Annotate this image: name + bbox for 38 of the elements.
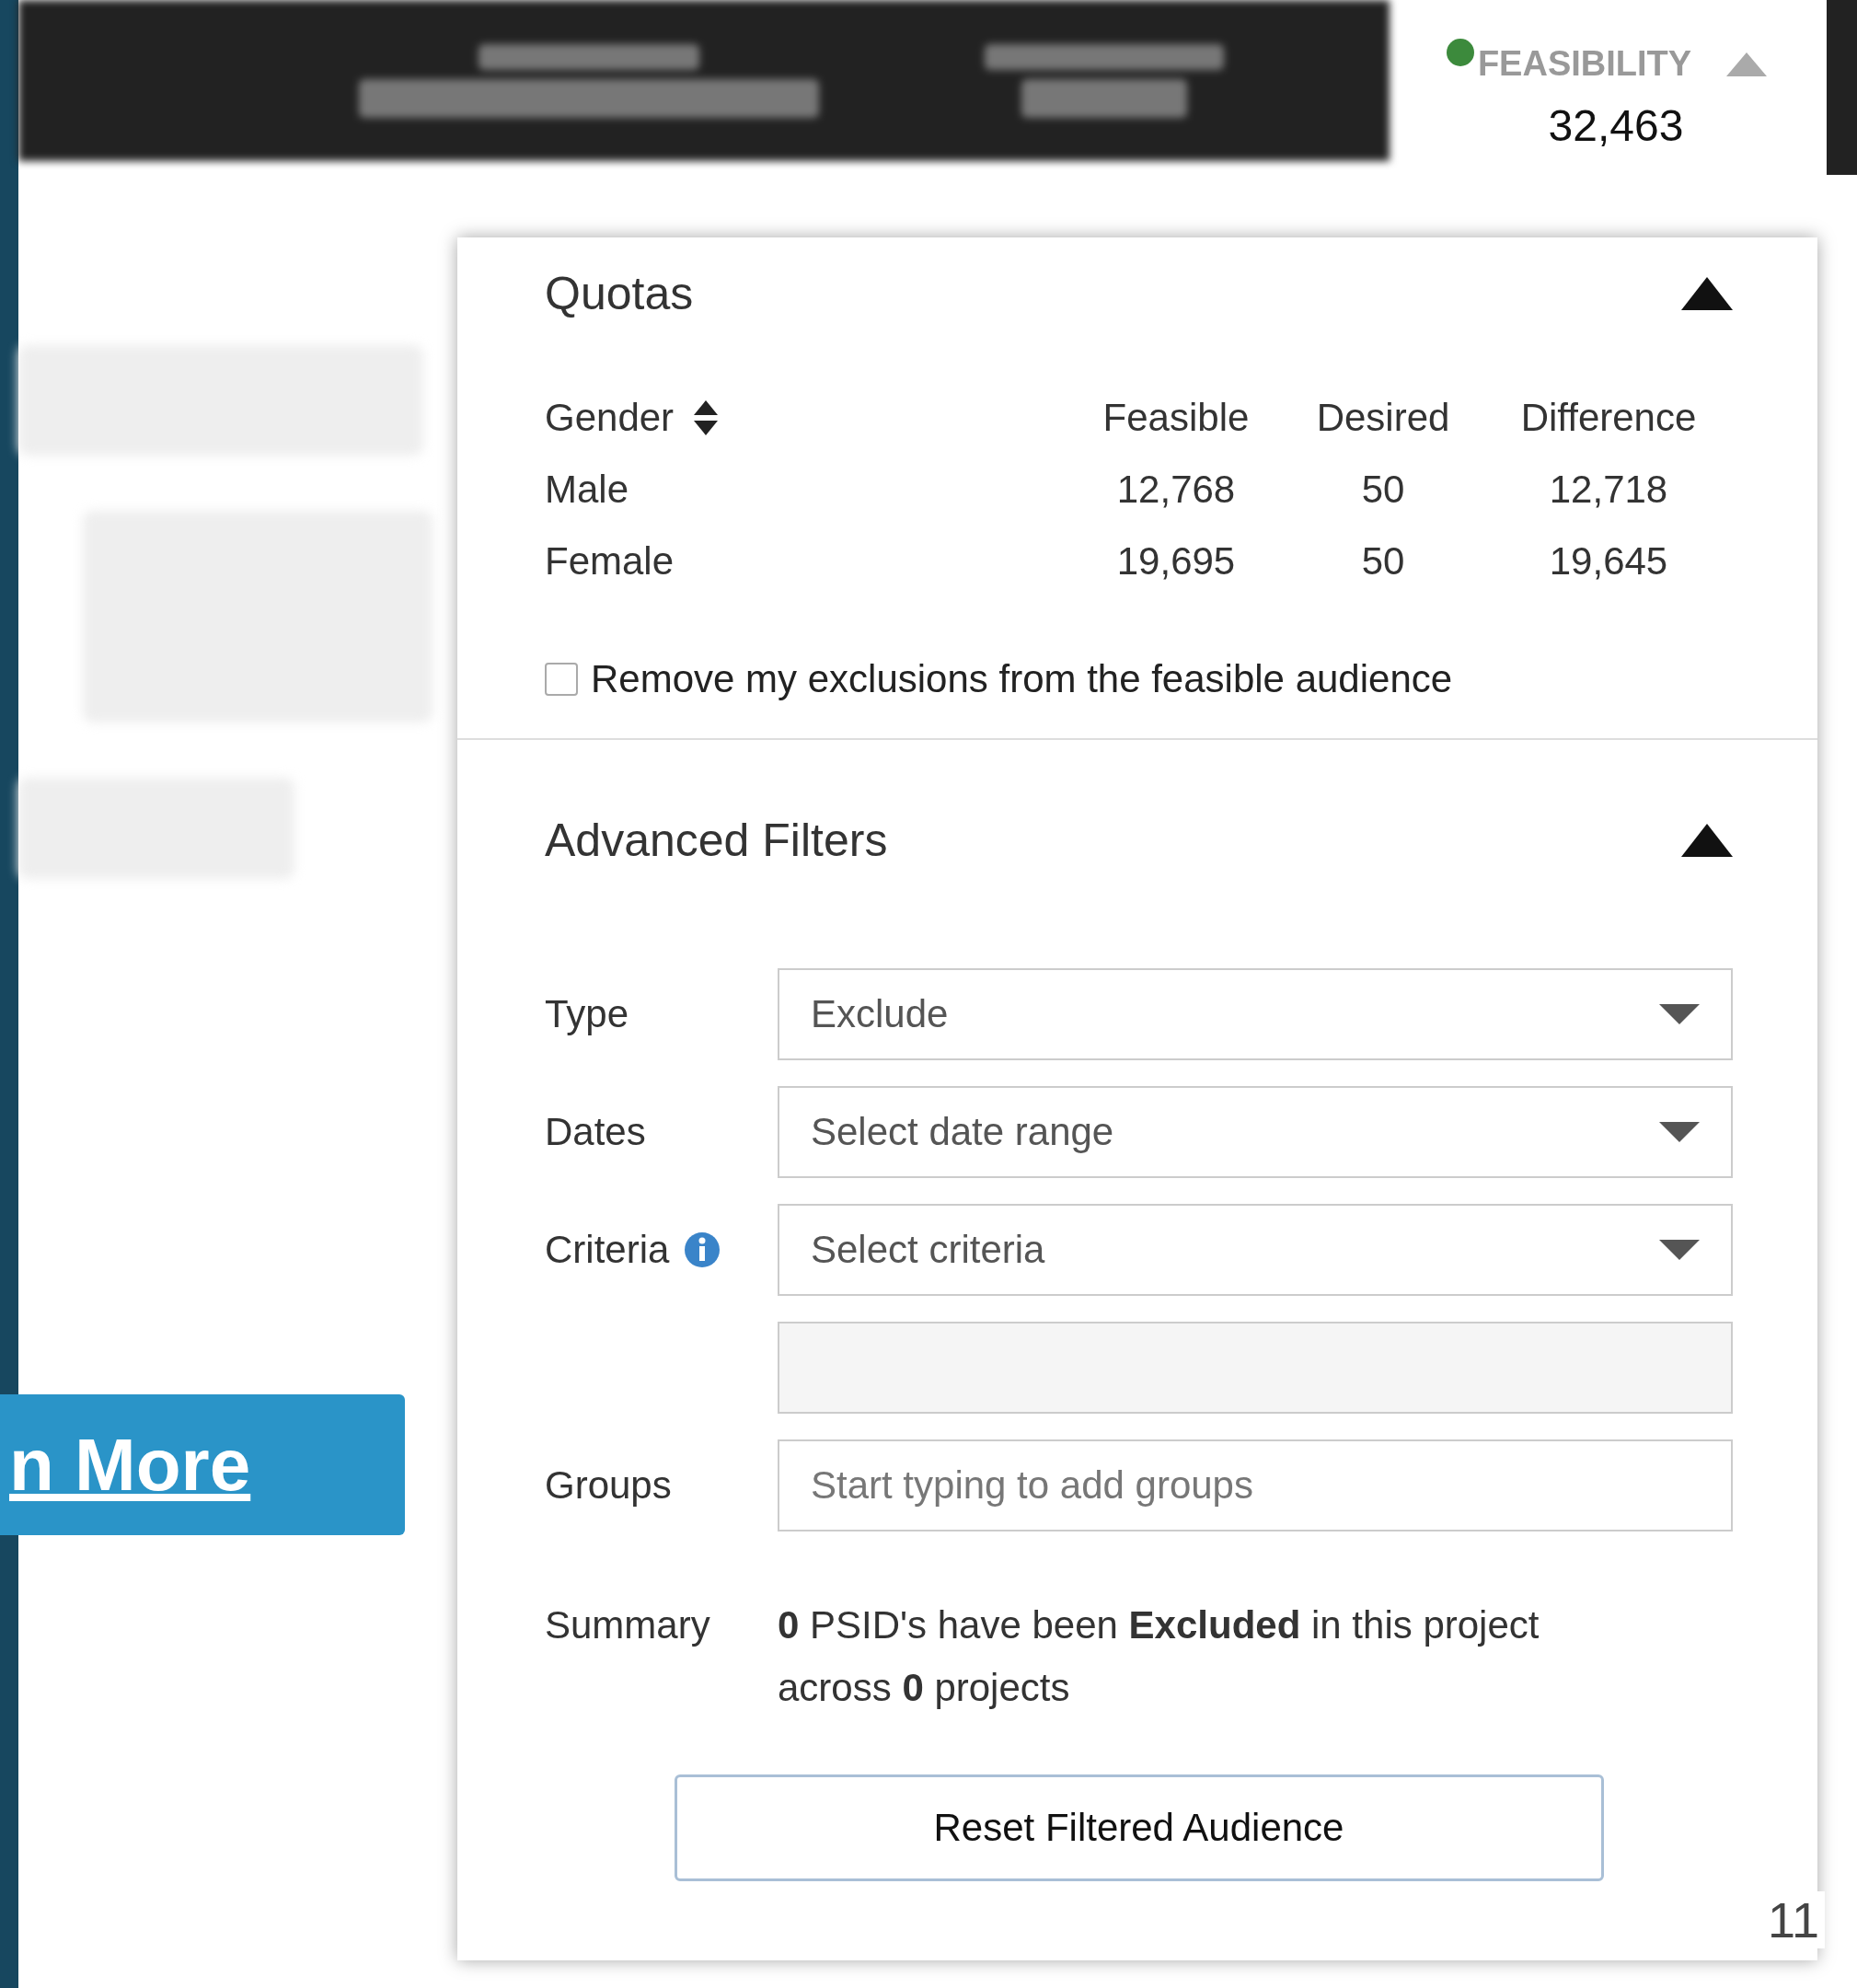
field-label: Type	[545, 992, 629, 1036]
caret-up-icon[interactable]	[1681, 824, 1733, 857]
feasibility-count: 32,463	[1548, 100, 1684, 151]
column-header: Difference	[1519, 396, 1698, 440]
feasibility-label: FEASIBILITY	[1477, 44, 1692, 84]
column-header: Feasible	[1102, 396, 1251, 440]
sort-icon[interactable]	[694, 400, 719, 435]
quotas-title: Quotas	[545, 267, 694, 320]
caret-down-icon	[1659, 1004, 1700, 1024]
summary-text: 0 PSID's have been Excluded in this project across 0 projects	[778, 1602, 1540, 1711]
input-field[interactable]: Start typing to add groups	[778, 1439, 1733, 1531]
advanced-filters-title: Advanced Filters	[545, 814, 888, 867]
select-field[interactable]: Select date range	[778, 1086, 1733, 1178]
reset-button[interactable]: Reset Filtered Audience	[674, 1774, 1604, 1881]
field-label: Criteria	[545, 1228, 670, 1272]
table-cell-text: 50	[1360, 539, 1406, 584]
field-label: Dates	[545, 1110, 646, 1154]
field-label: Groups	[545, 1463, 672, 1508]
input-field[interactable]	[778, 1322, 1733, 1414]
table-cell-text: 19,695	[1115, 539, 1237, 584]
column-header[interactable]: Gender	[545, 396, 675, 440]
info-icon[interactable]	[684, 1231, 721, 1268]
column-header: Desired	[1315, 396, 1451, 440]
select-field[interactable]: Exclude	[778, 968, 1733, 1060]
table-cell-text: Male	[545, 468, 630, 512]
select-field[interactable]: Select criteria	[778, 1204, 1733, 1296]
table-cell-text: 50	[1360, 468, 1406, 512]
table-cell-text: 12,768	[1115, 468, 1237, 512]
status-dot	[1446, 39, 1474, 66]
checkbox-label: Remove my exclusions from the feasible audience	[591, 657, 1453, 701]
table-cell-text: 19,645	[1548, 539, 1669, 584]
caret-down-icon	[1659, 1240, 1700, 1260]
summary-label: Summary	[545, 1602, 711, 1648]
table-cell-text: 12,718	[1548, 468, 1669, 512]
table-cell-text: Female	[545, 539, 675, 584]
checkbox[interactable]	[545, 663, 578, 696]
caret-down-icon	[1659, 1122, 1700, 1142]
caret-up-icon[interactable]	[1681, 277, 1733, 310]
